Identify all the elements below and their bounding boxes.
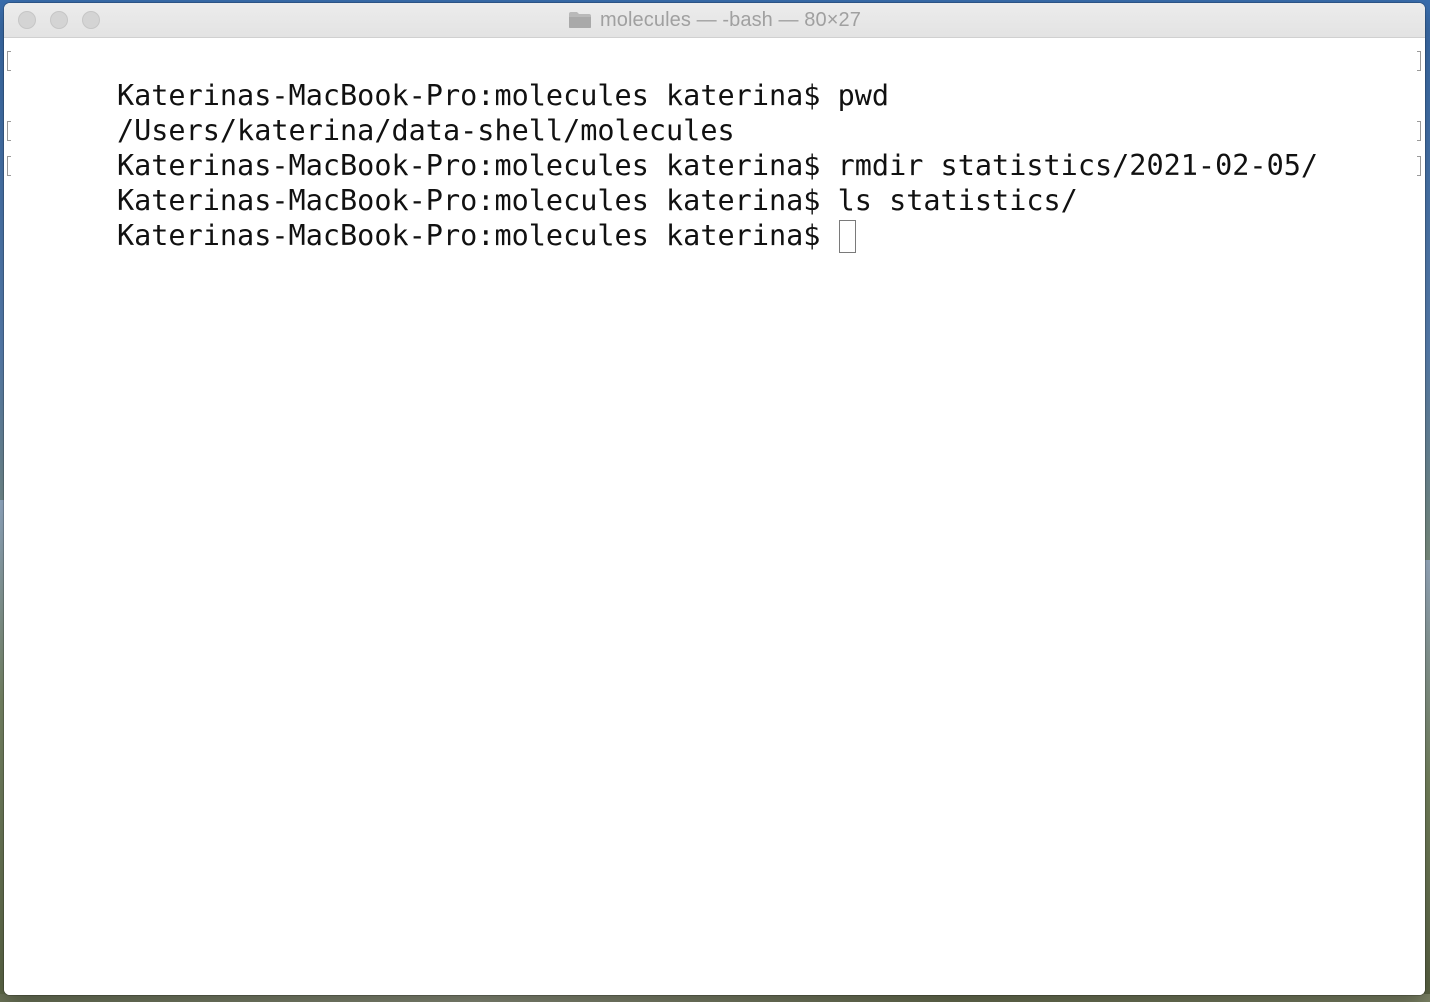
- window-titlebar[interactable]: molecules — -bash — 80×27: [4, 3, 1425, 38]
- terminal-output-area[interactable]: Katerinas-MacBook-Pro:molecules katerina…: [4, 38, 1425, 995]
- line-mark-right: [1417, 51, 1421, 71]
- terminal-line: Katerinas-MacBook-Pro:molecules katerina…: [7, 43, 1425, 112]
- terminal-line: Katerinas-MacBook-Pro:molecules katerina…: [7, 148, 1425, 217]
- line-mark-right: [1417, 121, 1421, 141]
- terminal-prompt: Katerinas-MacBook-Pro:molecules katerina…: [116, 219, 838, 252]
- line-mark-left: [7, 51, 11, 71]
- line-mark-left: [7, 121, 11, 141]
- folder-icon: [568, 11, 592, 29]
- block-cursor: [838, 220, 856, 253]
- line-mark-left: [7, 156, 11, 176]
- window-title-group: molecules — -bash — 80×27: [4, 3, 1425, 37]
- desktop-wallpaper-bottom: [0, 994, 1430, 1002]
- line-mark-right: [1417, 156, 1421, 176]
- terminal-line: /Users/katerina/data-shell/molecules: [14, 78, 1425, 147]
- terminal-window: molecules — -bash — 80×27 Katerinas-MacB…: [4, 3, 1425, 995]
- terminal-line: Katerinas-MacBook-Pro:molecules katerina…: [7, 113, 1425, 182]
- window-title: molecules — -bash — 80×27: [600, 8, 861, 31]
- terminal-current-line[interactable]: Katerinas-MacBook-Pro:molecules katerina…: [14, 183, 1425, 253]
